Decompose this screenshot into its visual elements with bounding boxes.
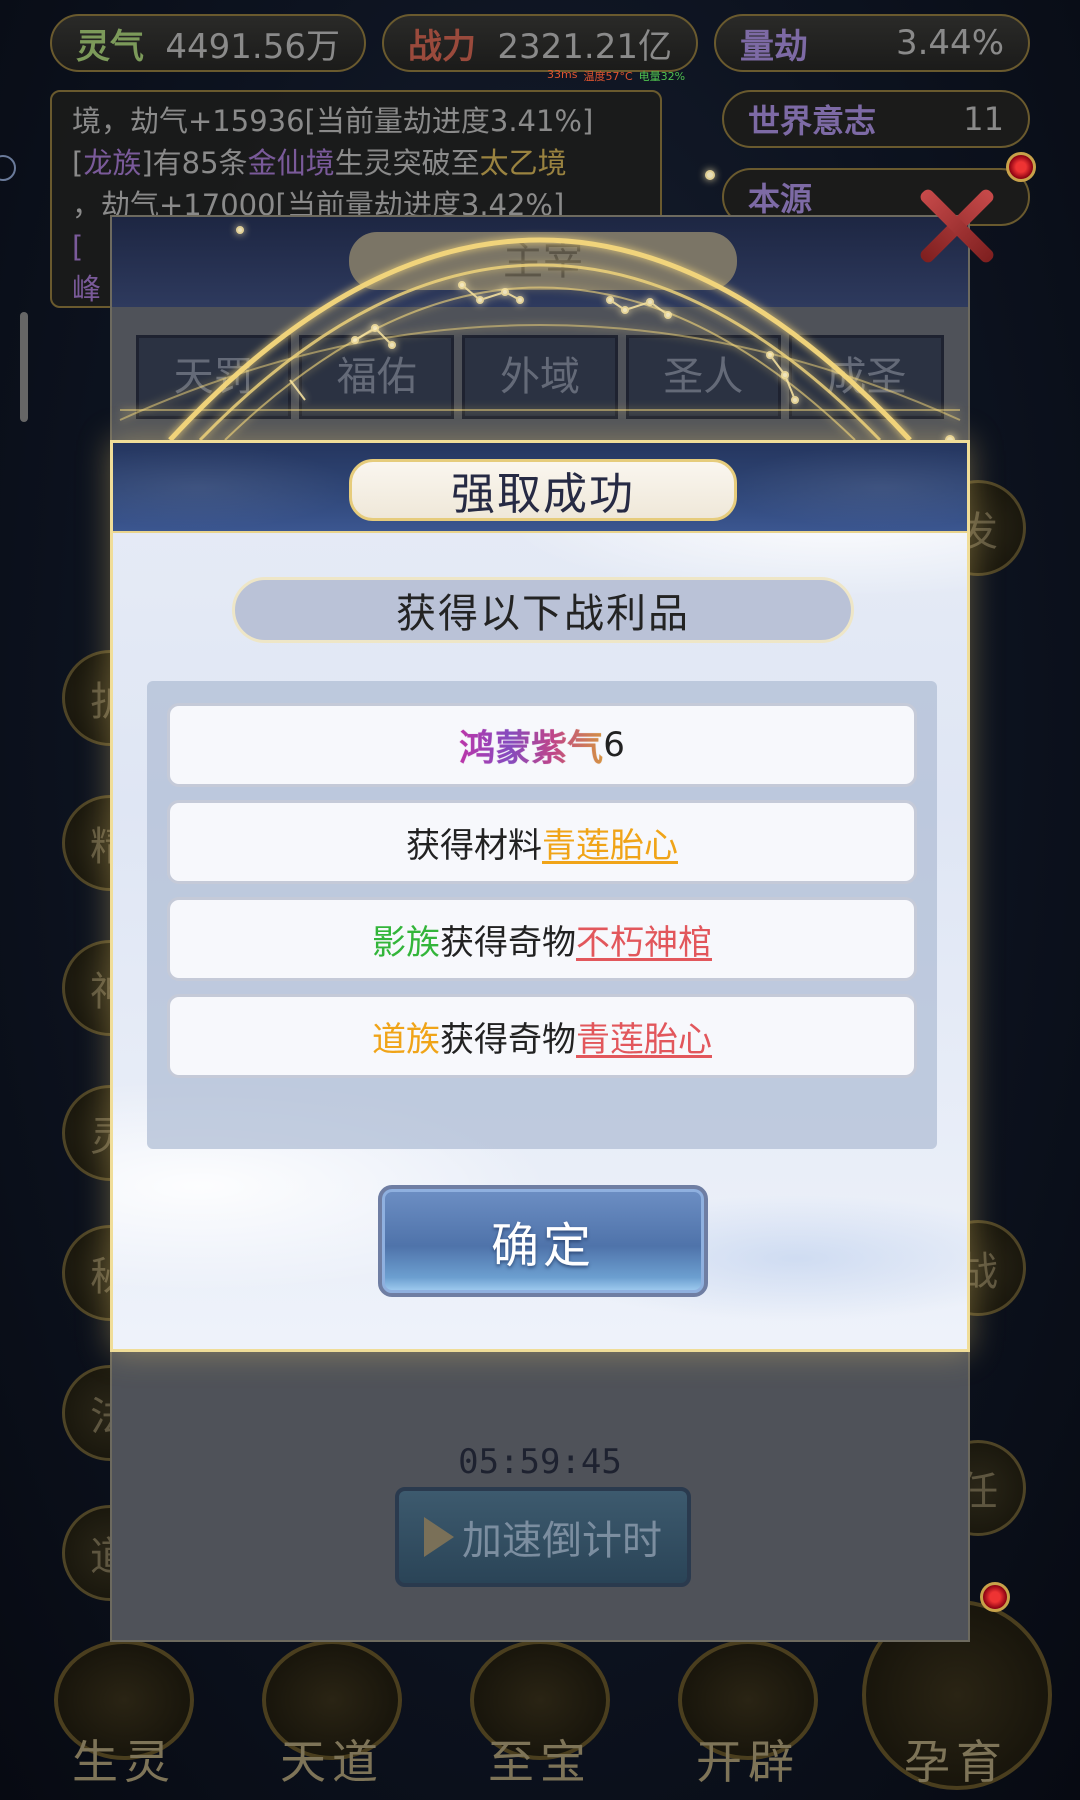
loot-row-artifact: 道族 获得奇物 青莲胎心 — [167, 994, 917, 1078]
tab-tianfa[interactable]: 天罚 — [136, 335, 292, 419]
zhanli-stat: 战力 2321.21亿 — [382, 14, 698, 72]
item-count: 6 — [603, 725, 625, 765]
artifact-item-link[interactable]: 青莲胎心 — [576, 1012, 712, 1061]
tab-shengren[interactable]: 圣人 — [625, 335, 781, 419]
clan-name: 影族 — [372, 922, 440, 963]
speed-up-button[interactable]: 加速倒计时 — [395, 1487, 691, 1587]
ping-text: 33ms — [547, 68, 578, 81]
dialog-title: 强取成功 — [349, 459, 737, 521]
zhanli-value: 2321.21亿 — [497, 26, 672, 67]
artifact-item-link[interactable]: 不朽神棺 — [576, 915, 712, 964]
speed-up-label: 加速倒计时 — [462, 1518, 662, 1564]
lingqi-label: 灵气 — [76, 26, 144, 67]
loot-dialog: 强取成功 获得以下战利品 鸿蒙紫气 6 获得材料 青莲胎心 影族 获得奇物 不朽神棺 道… — [110, 440, 970, 1352]
log-line: [龙族]有85条金仙境生灵突破至太乙境 — [72, 146, 567, 180]
world-will-stat: 世界意志 11 — [722, 90, 1030, 148]
confirm-button[interactable]: 确定 — [378, 1185, 708, 1297]
row-prefix: 获得材料 — [406, 825, 542, 866]
lingqi-stat: 灵气 4491.56万 — [50, 14, 366, 72]
float-ball-icon[interactable] — [0, 155, 16, 181]
world-will-value: 11 — [963, 100, 1004, 138]
liangjie-value: 3.44% — [895, 23, 1004, 63]
loot-row-hongmeng: 鸿蒙紫气 6 — [167, 703, 917, 787]
bottom-nav: 生灵 天道 至宝 开辟 孕育 — [40, 1600, 1052, 1800]
zhanli-label: 战力 — [408, 26, 476, 67]
temperature-text: 温度57°C — [583, 70, 633, 83]
battery-text: 电量32% — [638, 70, 686, 83]
loot-row-material: 获得材料 青莲胎心 — [167, 800, 917, 884]
row-middle: 获得奇物 — [440, 1019, 576, 1060]
liangjie-stat: 量劫 3.44% — [714, 14, 1030, 72]
notification-dot — [980, 1582, 1010, 1612]
nav-item-zhibao[interactable]: 至宝 — [456, 1640, 624, 1800]
world-will-label: 世界意志 — [748, 102, 877, 140]
tab-chengsheng[interactable]: 成圣 — [788, 335, 945, 419]
origin-label: 本源 — [748, 180, 813, 218]
hongmeng-item-name: 鸿蒙紫气 — [459, 719, 603, 771]
master-panel-title: 主宰 — [349, 232, 737, 290]
device-status: 33ms 温度57°C 电量32% — [547, 68, 685, 84]
tab-waiyu[interactable]: 外域 — [462, 335, 618, 419]
nav-item-shengling[interactable]: 生灵 — [40, 1640, 208, 1800]
loot-list: 鸿蒙紫气 6 获得材料 青莲胎心 影族 获得奇物 不朽神棺 道族 获得奇物 青莲胎心 — [167, 703, 917, 1078]
countdown-timer: 05:59:45 — [458, 1442, 622, 1482]
dialog-header: 强取成功 — [113, 443, 967, 533]
log-line: 境，劫气+15936[当前量劫进度3.41%] — [72, 104, 594, 138]
lingqi-value: 4491.56万 — [165, 26, 340, 67]
nav-item-kaipi[interactable]: 开辟 — [664, 1640, 832, 1800]
master-panel-tabs: 天罚 福佑 外域 圣人 成圣 — [136, 335, 945, 419]
nav-item-tiandao[interactable]: 天道 — [248, 1640, 416, 1800]
row-middle: 获得奇物 — [440, 922, 576, 963]
material-item-link[interactable]: 青莲胎心 — [542, 818, 678, 867]
tab-fuyou[interactable]: 福佑 — [299, 335, 455, 419]
loot-heading: 获得以下战利品 — [232, 577, 854, 643]
master-panel-header: 主宰 — [112, 217, 968, 307]
clan-name: 道族 — [372, 1019, 440, 1060]
loot-row-artifact: 影族 获得奇物 不朽神棺 — [167, 897, 917, 981]
loot-list-panel: 鸿蒙紫气 6 获得材料 青莲胎心 影族 获得奇物 不朽神棺 道族 获得奇物 青莲胎心 — [147, 681, 937, 1149]
drawer-handle[interactable] — [20, 312, 28, 422]
notification-dot — [1006, 152, 1036, 182]
play-icon — [424, 1517, 454, 1557]
nav-item-yunyu[interactable]: 孕育 — [862, 1600, 1052, 1800]
liangjie-label: 量劫 — [740, 26, 808, 67]
close-icon[interactable] — [910, 178, 1000, 268]
